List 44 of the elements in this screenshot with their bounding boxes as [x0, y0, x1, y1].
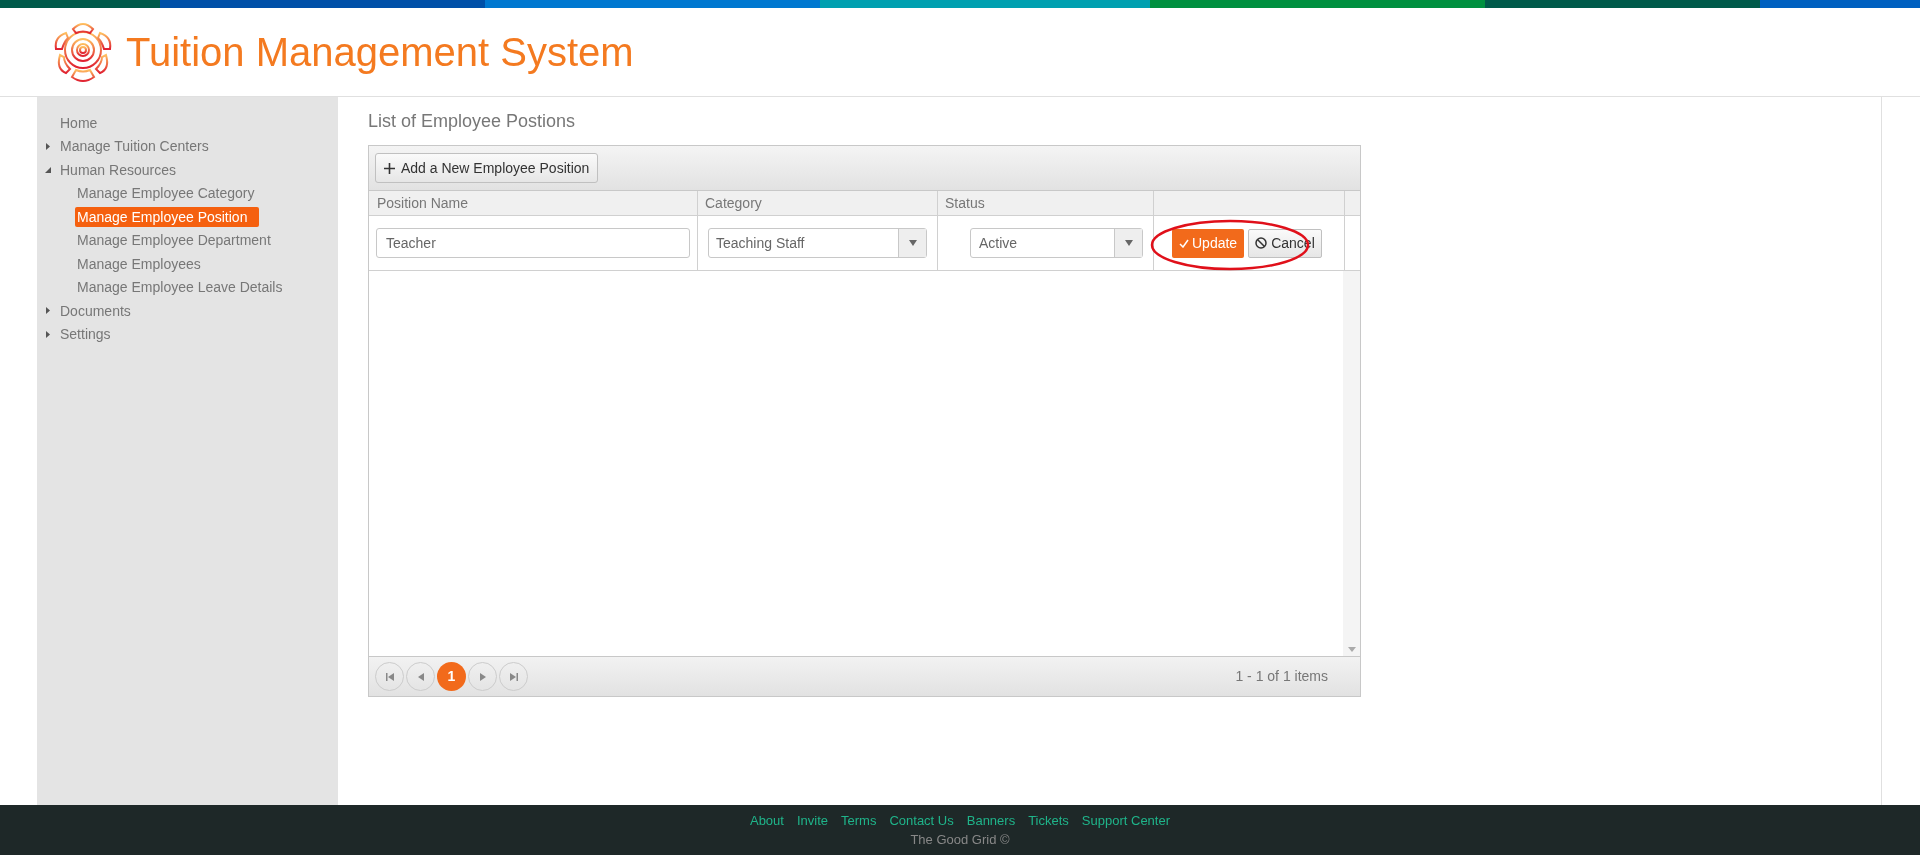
next-icon [479, 672, 486, 681]
footer-link[interactable]: Contact Us [889, 813, 954, 829]
sidebar-item[interactable]: Documents [60, 300, 131, 321]
dropdown-caret-icon [1124, 240, 1133, 246]
plus-icon [384, 162, 395, 174]
sidebar-item[interactable]: Manage Employee Department [77, 230, 271, 251]
collapsed-arrow-icon[interactable] [45, 307, 51, 315]
footer-link[interactable]: Support Center [1081, 813, 1171, 829]
category-dropdown[interactable]: Teaching Staff [708, 228, 927, 258]
sidebar-item[interactable]: Manage Employee Leave Details [77, 277, 283, 298]
expanded-arrow-icon[interactable] [45, 166, 51, 174]
status-dropdown[interactable]: Active [970, 228, 1143, 258]
add-position-button[interactable]: Add a New Employee Position [375, 153, 599, 183]
dropdown-caret-icon [908, 240, 917, 246]
page-number-button[interactable]: 1 [437, 662, 466, 691]
sidebar-item[interactable]: Settings [60, 324, 111, 345]
cancel-icon [1255, 237, 1268, 249]
previous-icon [417, 672, 424, 681]
last-page-icon [509, 672, 518, 681]
sidebar-item[interactable]: Manage Employee Position [75, 206, 260, 227]
footer-link[interactable]: Invite [796, 813, 829, 829]
footer-link[interactable]: Tickets [1028, 813, 1069, 829]
position-name-input[interactable]: Teacher [376, 228, 690, 258]
column-header[interactable]: Status [938, 191, 1154, 215]
sidebar-item[interactable]: Human Resources [60, 159, 176, 180]
sidebar-item[interactable]: Manage Employees [77, 253, 201, 274]
app-title: Tuition Management System [126, 32, 634, 72]
pager-info: 1 - 1 of 1 items [1235, 667, 1329, 686]
footer-link[interactable]: About [749, 813, 784, 829]
column-header[interactable]: Category [698, 191, 938, 215]
sidebar-item[interactable]: Home [60, 112, 98, 133]
sidebar-item[interactable]: Manage Employee Category [77, 183, 255, 204]
footer-link[interactable]: Terms [841, 813, 877, 829]
first-page-icon [385, 672, 394, 681]
page-title: List of Employee Postions [368, 110, 577, 133]
copyright-text: The Good Grid © [910, 831, 1010, 849]
scroll-down-icon [1347, 647, 1356, 652]
footer-link[interactable]: Banners [966, 813, 1016, 829]
checkmark-icon [1179, 238, 1189, 248]
sidebar-item[interactable]: Manage Tuition Centers [60, 136, 209, 157]
collapsed-arrow-icon[interactable] [45, 142, 51, 150]
update-button[interactable]: Update [1172, 228, 1245, 258]
column-header[interactable]: Position Name [369, 191, 698, 215]
collapsed-arrow-icon[interactable] [45, 330, 51, 338]
